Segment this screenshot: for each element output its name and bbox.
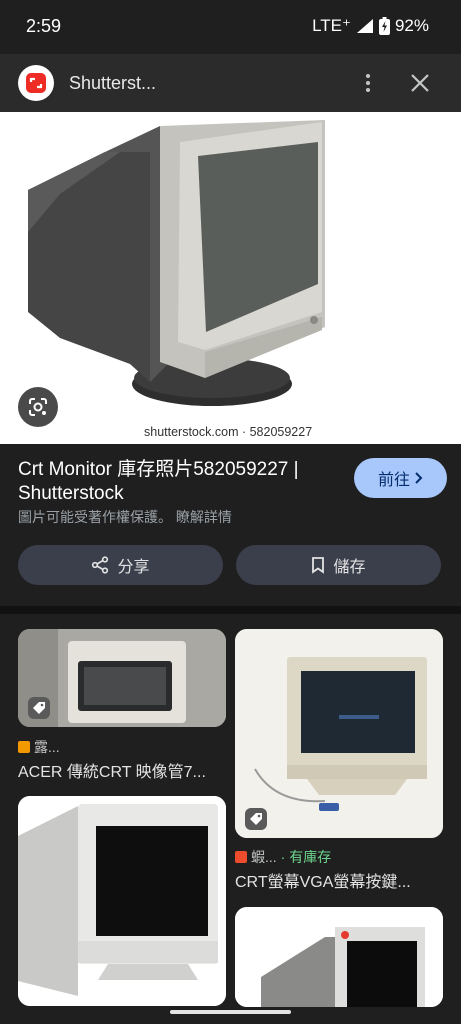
- status-bar: 2:59 LTE⁺ 92%: [0, 0, 461, 52]
- result-2-stock-label: · 有庫存: [280, 849, 332, 865]
- result-4-picture: [235, 907, 443, 1007]
- result-2-favicon: [235, 851, 247, 863]
- main-image[interactable]: shutterstock.com · 582059227: [0, 112, 461, 444]
- result-image-4[interactable]: [235, 907, 443, 1007]
- battery-icon: [378, 17, 390, 35]
- copyright-note[interactable]: 圖片可能受著作權保護。 瞭解詳情: [18, 507, 232, 527]
- more-vert-icon[interactable]: [356, 71, 380, 95]
- result-2-picture: [235, 629, 443, 838]
- result-image-3[interactable]: [18, 796, 226, 1006]
- battery-level: 92%: [394, 16, 429, 35]
- result-1-source: 露...: [18, 737, 60, 757]
- site-name[interactable]: Shutterst...: [69, 73, 156, 94]
- chevron-right-icon: [415, 472, 423, 484]
- shutterstock-logo: [18, 65, 54, 101]
- result-2-source: 蝦... · 有庫存: [235, 847, 331, 867]
- status-time: 2:59: [26, 16, 62, 36]
- save-button[interactable]: 儲存: [236, 545, 441, 585]
- result-2-source-name: 蝦...: [251, 849, 277, 865]
- bookmark-icon: [312, 557, 325, 574]
- share-button[interactable]: 分享: [18, 545, 223, 585]
- page-title[interactable]: Crt Monitor 庫存照片582059227 | Shutterstock: [18, 458, 343, 506]
- status-right: LTE⁺ 92%: [312, 16, 429, 36]
- result-1-tag-icon: [28, 697, 50, 719]
- visit-button[interactable]: 前往: [354, 458, 447, 498]
- result-2-tag-icon: [245, 808, 267, 830]
- section-divider: [0, 606, 461, 614]
- result-1-favicon: [18, 741, 30, 753]
- visit-label: 前往: [377, 472, 410, 489]
- close-icon[interactable]: [408, 71, 432, 95]
- network-label: LTE⁺: [312, 16, 351, 35]
- image-info-panel: Crt Monitor 庫存照片582059227 | Shutterstock…: [0, 444, 461, 610]
- gesture-nav-bar[interactable]: [170, 1010, 291, 1014]
- lens-button[interactable]: [18, 387, 58, 427]
- signal-icon: [356, 19, 373, 33]
- result-1-source-name: 露...: [34, 739, 60, 755]
- share-icon: [92, 556, 109, 574]
- save-label: 儲存: [333, 559, 366, 576]
- crt-monitor-picture: [28, 120, 325, 406]
- image-viewer-header: Shutterst...: [0, 54, 461, 112]
- watermark-text: shutterstock.com · 582059227: [144, 425, 313, 439]
- lens-icon: [29, 398, 47, 416]
- result-2-caption[interactable]: CRT螢幕VGA螢幕按鍵...: [235, 868, 411, 892]
- result-image-2[interactable]: [235, 629, 443, 838]
- result-3-picture: [18, 796, 226, 1006]
- result-1-caption[interactable]: ACER 傳統CRT 映像管7...: [18, 758, 206, 782]
- share-label: 分享: [117, 559, 150, 576]
